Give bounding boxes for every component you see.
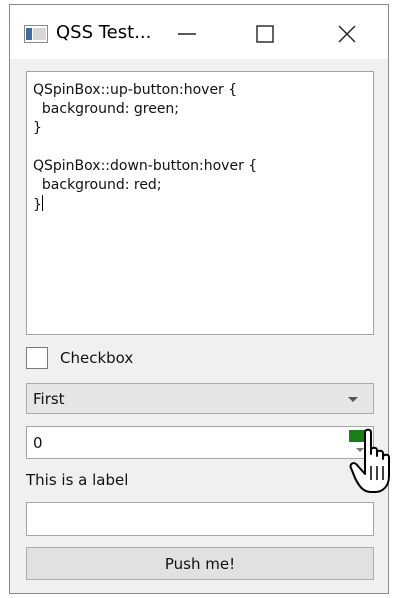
window-title: QSS Test... <box>56 22 152 43</box>
info-label: This is a label <box>26 471 129 489</box>
close-button[interactable] <box>330 19 364 49</box>
stylesheet-editor[interactable]: QSpinBox::up-button:hover { background: … <box>26 71 374 335</box>
maximize-icon <box>256 25 274 43</box>
editor-line: background: red; <box>33 177 162 193</box>
editor-line: QSpinBox::down-button:hover { <box>33 158 258 174</box>
editor-line-text: } <box>33 197 42 213</box>
title-bar[interactable]: QSS Test... <box>10 5 388 59</box>
editor-line-last: } <box>33 195 367 214</box>
spin-box[interactable]: 0 <box>26 426 374 459</box>
checkbox-label: Checkbox <box>60 349 134 367</box>
editor-line: } <box>33 120 42 136</box>
minimize-button[interactable] <box>170 19 204 49</box>
checkbox-row[interactable]: Checkbox <box>26 345 133 371</box>
line-edit[interactable] <box>26 502 374 536</box>
minimize-icon <box>178 33 196 35</box>
mouse-pointer-icon <box>349 428 390 493</box>
close-icon <box>338 25 356 43</box>
app-icon <box>24 25 48 43</box>
combo-value: First <box>33 390 65 408</box>
text-caret <box>41 195 43 211</box>
app-window: QSS Test... QSpinBox::up-button:hover { … <box>9 4 389 594</box>
spin-value: 0 <box>33 434 43 452</box>
chevron-down-icon <box>348 397 358 402</box>
maximize-button[interactable] <box>248 19 282 49</box>
checkbox[interactable] <box>26 347 48 369</box>
editor-line: QSpinBox::up-button:hover { <box>33 82 238 98</box>
editor-line: background: green; <box>33 101 180 117</box>
push-button[interactable]: Push me! <box>26 547 374 580</box>
combo-box[interactable]: First <box>26 383 374 414</box>
